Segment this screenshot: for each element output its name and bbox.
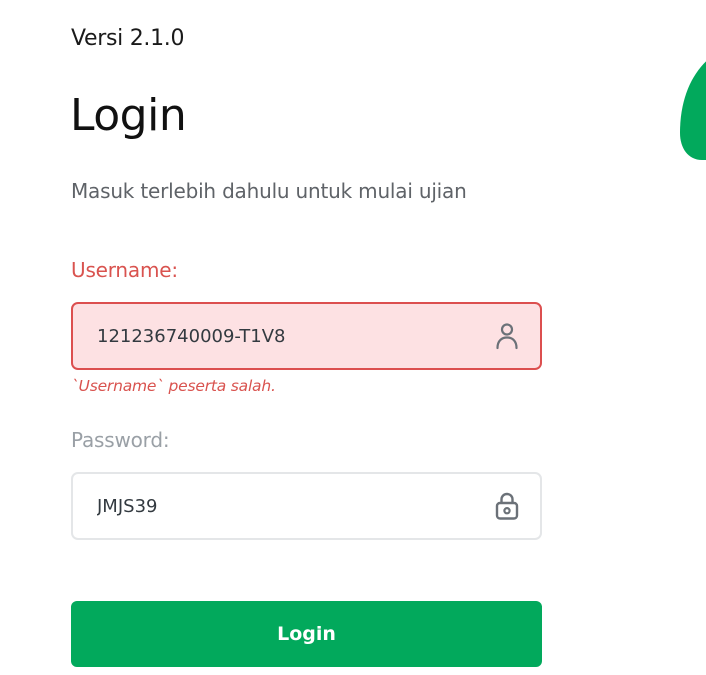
version-label: Versi 2.1.0	[71, 26, 185, 51]
login-button[interactable]: Login	[71, 601, 542, 667]
lock-icon	[495, 492, 519, 520]
decorative-leaf-shape	[680, 61, 706, 160]
password-input[interactable]	[97, 474, 477, 538]
username-field-container[interactable]	[71, 302, 542, 370]
password-field-container[interactable]	[71, 472, 542, 540]
password-label: Password:	[71, 428, 170, 452]
user-icon	[496, 323, 518, 350]
username-label: Username:	[71, 258, 178, 282]
page-subtitle: Masuk terlebih dahulu untuk mulai ujian	[71, 179, 467, 203]
username-input[interactable]	[97, 304, 477, 368]
page-title: Login	[70, 90, 187, 141]
username-error-message: `Username` peserta salah.	[71, 377, 276, 395]
login-page: Versi 2.1.0 Login Masuk terlebih dahulu …	[0, 0, 706, 675]
